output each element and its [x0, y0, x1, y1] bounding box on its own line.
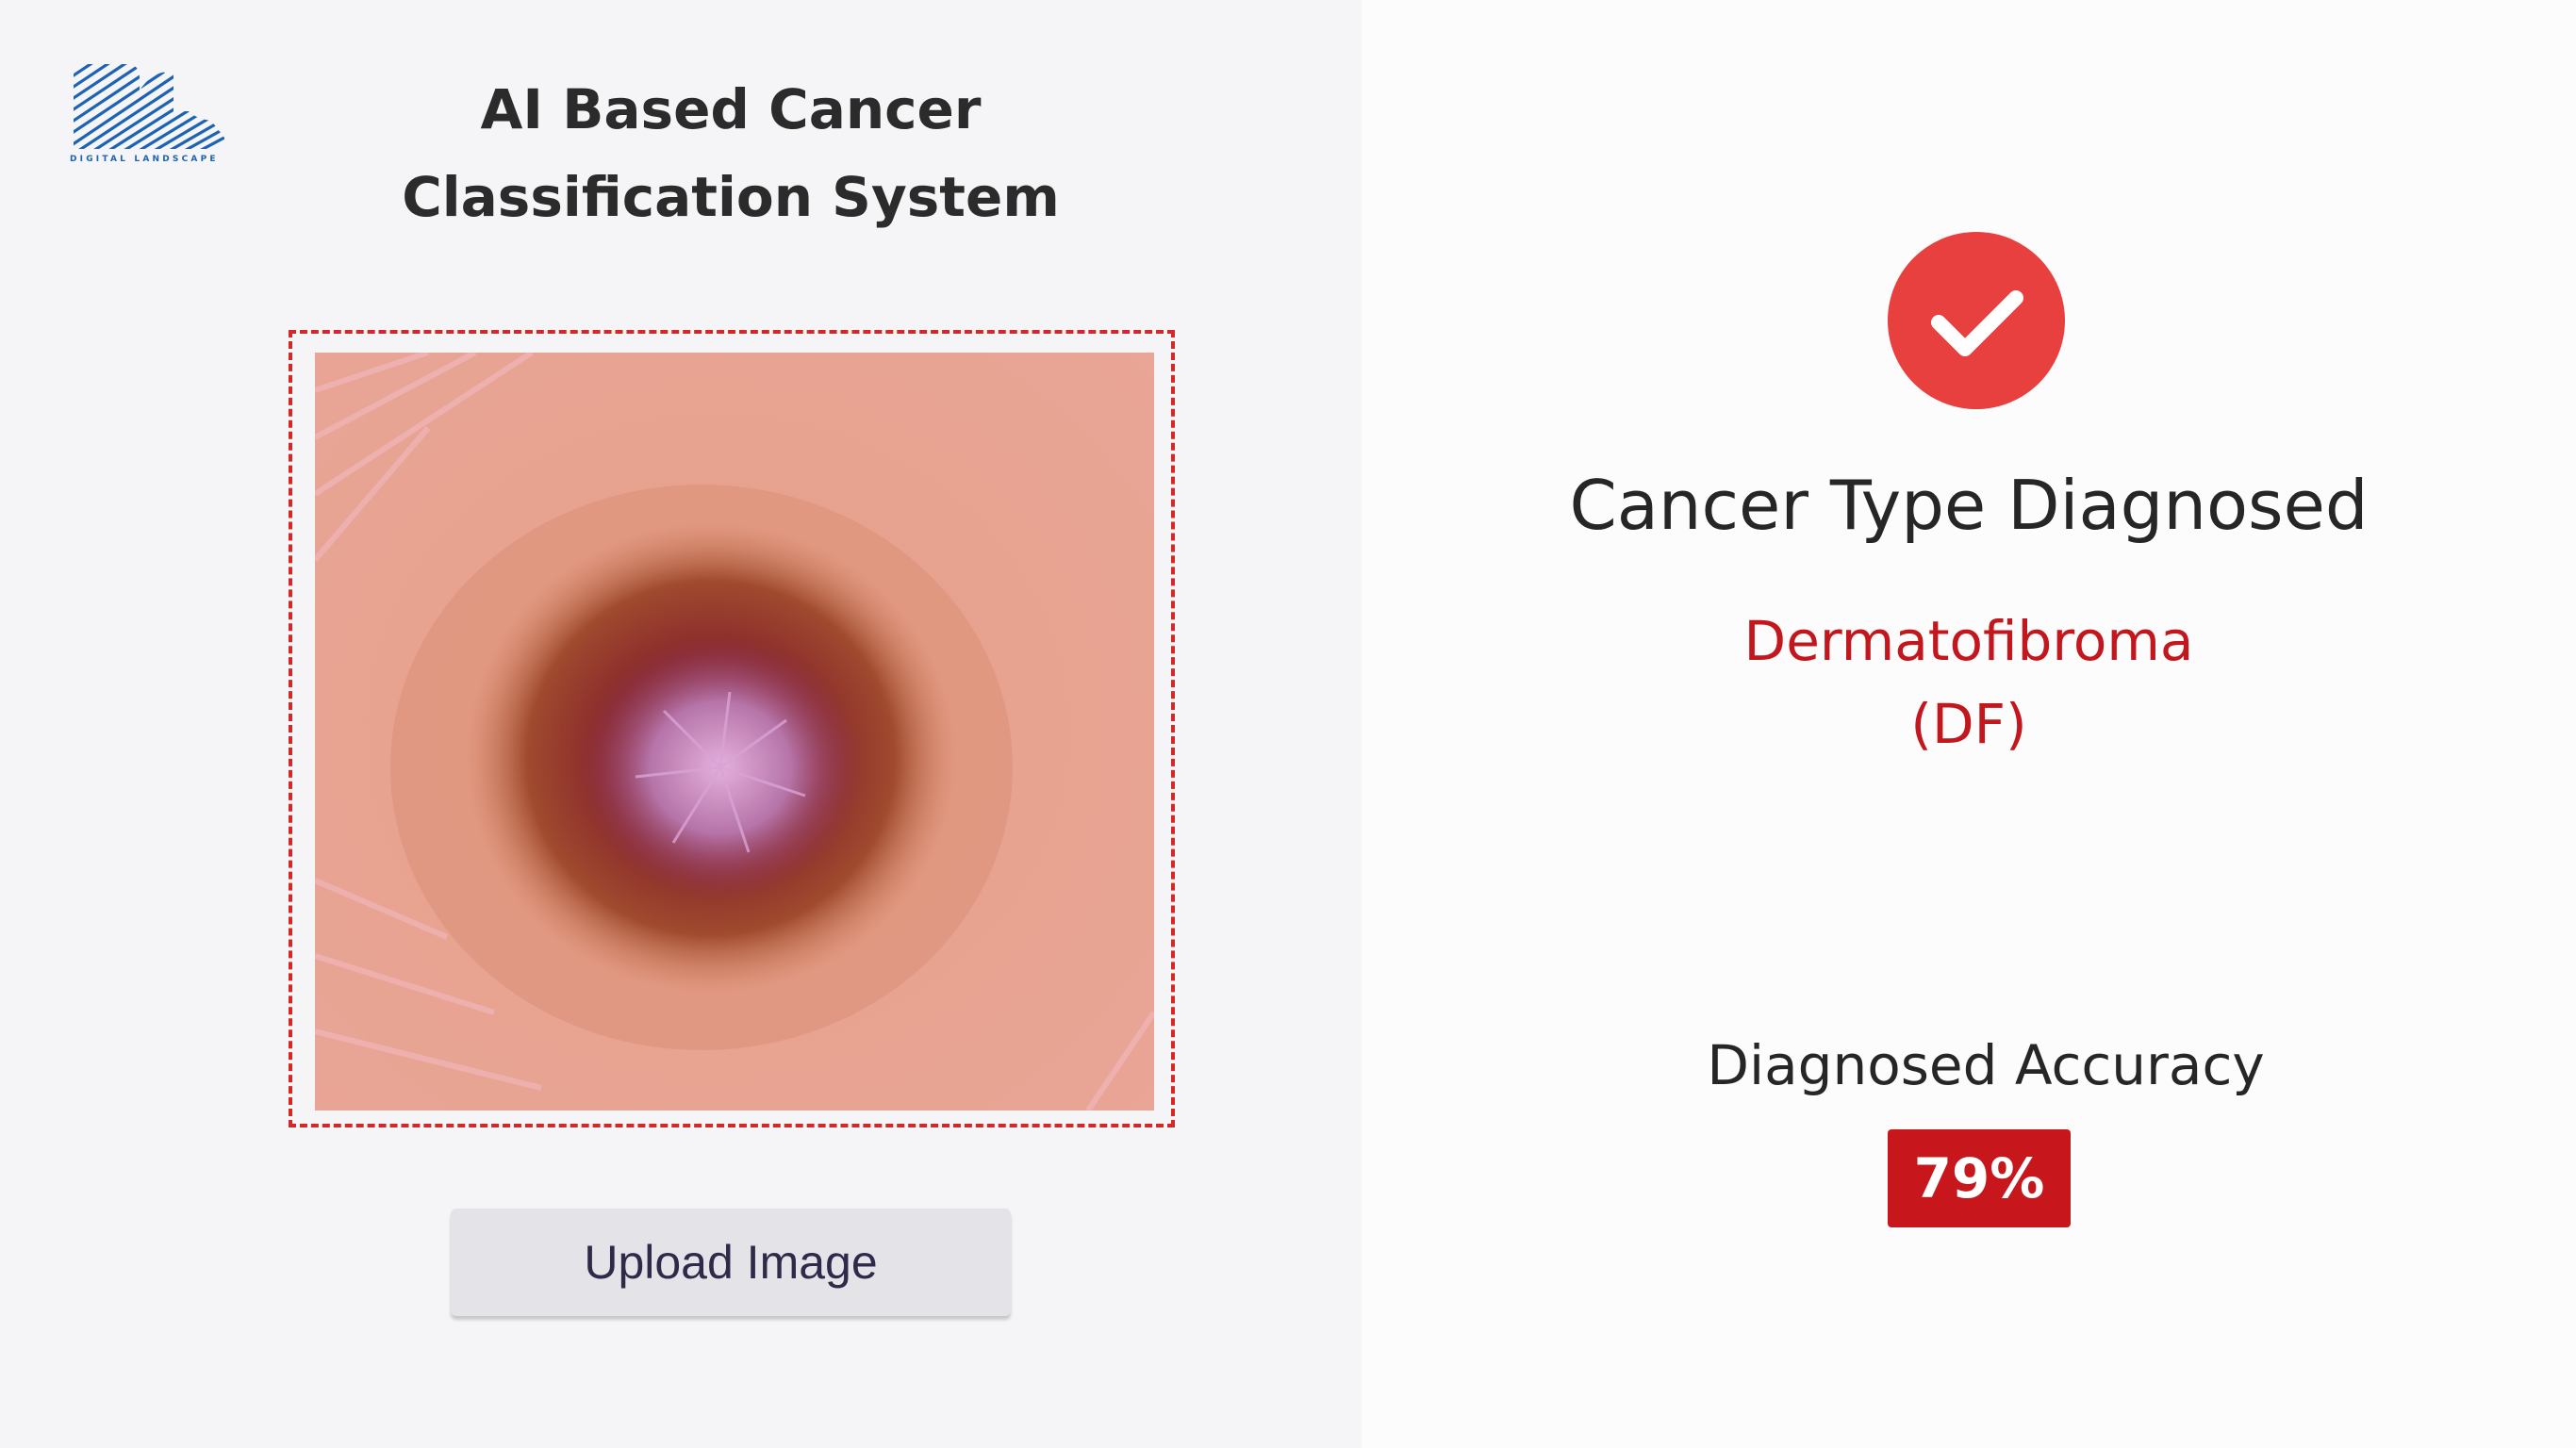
accuracy-label: Diagnosed Accuracy: [1707, 1033, 2265, 1097]
diagnosis-code: (DF): [1910, 692, 2027, 756]
check-icon: [1888, 232, 2065, 409]
image-drop-zone[interactable]: [289, 330, 1175, 1127]
diagnosis-result: Dermatofibroma (DF): [1362, 600, 2576, 765]
upload-panel: DIGITAL LANDSCAPE AI Based Cancer Classi…: [0, 0, 1362, 1448]
logo-text: DIGITAL LANDSCAPE: [70, 155, 219, 164]
accuracy-badge: 79%: [1888, 1129, 2071, 1227]
company-logo: DIGITAL LANDSCAPE: [70, 62, 228, 168]
app-window: DIGITAL LANDSCAPE AI Based Cancer Classi…: [0, 0, 2576, 1448]
title-line-1: AI Based Cancer: [480, 77, 982, 141]
diagnosis-name: Dermatofibroma: [1743, 609, 2194, 673]
result-heading: Cancer Type Diagnosed: [1569, 466, 2369, 545]
title-line-2: Classification System: [402, 165, 1060, 229]
lesion-image: [315, 353, 1154, 1111]
page-title: AI Based Cancer Classification System: [321, 66, 1141, 241]
upload-image-button[interactable]: Upload Image: [451, 1209, 1011, 1316]
logo-mark-icon: [74, 64, 224, 149]
